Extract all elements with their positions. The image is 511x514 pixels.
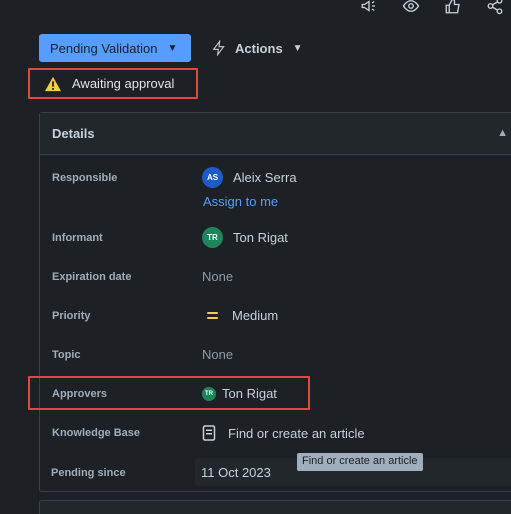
pending-since-value: 11 Oct 2023 — [201, 465, 271, 480]
actions-label: Actions — [235, 40, 283, 56]
awaiting-approval-text: Awaiting approval — [72, 76, 175, 91]
eye-icon[interactable] — [401, 0, 421, 16]
field-pending-since: Pending since 11 Oct 2023 — [51, 465, 271, 480]
responsible-value[interactable]: AS Aleix Serra — [202, 167, 297, 188]
details-title: Details — [52, 126, 95, 141]
next-panel — [39, 500, 511, 514]
awaiting-approval-banner: Awaiting approval — [28, 68, 198, 99]
expiration-value[interactable]: None — [202, 269, 233, 284]
tooltip: Find or create an article — [297, 453, 423, 471]
field-responsible: Responsible AS Aleix Serra — [52, 167, 297, 188]
share-icon[interactable] — [485, 0, 505, 16]
thumbs-up-icon[interactable] — [443, 0, 463, 16]
lightning-icon — [212, 40, 225, 56]
topic-value[interactable]: None — [202, 347, 233, 362]
field-label: Topic — [52, 348, 81, 361]
field-informant: Informant TR Ton Rigat — [52, 227, 288, 248]
request-detail-page: Pending Validation ▼ Actions ▼ Awaiting … — [0, 0, 511, 514]
field-label: Pending since — [51, 466, 126, 479]
field-label: Knowledge Base — [52, 427, 141, 439]
chevron-down-icon: ▼ — [167, 42, 178, 54]
field-label: Expiration date — [52, 270, 132, 283]
details-header[interactable]: Details ▲ — [40, 113, 511, 155]
megaphone-icon[interactable] — [359, 0, 379, 16]
assign-to-me-link[interactable]: Assign to me — [203, 194, 278, 209]
field-label: Priority — [52, 309, 91, 322]
actions-dropdown-button[interactable]: Actions ▼ — [211, 36, 303, 60]
status-label: Pending Validation — [50, 40, 158, 56]
priority-value[interactable]: Medium — [202, 308, 278, 323]
field-label: Responsible — [52, 171, 118, 184]
avatar: AS — [202, 167, 223, 188]
priority-medium-icon — [202, 312, 222, 319]
chevron-up-icon[interactable]: ▲ — [497, 127, 508, 139]
chevron-down-icon: ▼ — [292, 42, 303, 54]
document-icon — [202, 425, 216, 441]
top-toolbar — [359, 0, 505, 16]
informant-value[interactable]: TR Ton Rigat — [202, 227, 288, 248]
knowledge-base-text: Find or create an article — [228, 425, 365, 441]
field-topic: Topic None — [52, 347, 233, 362]
approvers-highlight — [28, 376, 310, 410]
avatar: TR — [202, 227, 223, 248]
knowledge-base-value[interactable]: Find or create an article — [202, 425, 365, 441]
field-priority: Priority Medium — [52, 308, 278, 323]
warning-icon — [45, 76, 61, 91]
informant-name: Ton Rigat — [233, 230, 288, 245]
details-panel: Details ▲ Responsible AS Aleix Serra Ass… — [39, 112, 511, 492]
responsible-name: Aleix Serra — [233, 170, 297, 185]
field-expiration-date: Expiration date None — [52, 269, 233, 284]
priority-text: Medium — [232, 308, 279, 323]
field-label: Informant — [52, 231, 103, 244]
field-knowledge-base: Knowledge Base Find or create an article — [52, 425, 365, 441]
status-dropdown-button[interactable]: Pending Validation ▼ — [39, 34, 191, 62]
